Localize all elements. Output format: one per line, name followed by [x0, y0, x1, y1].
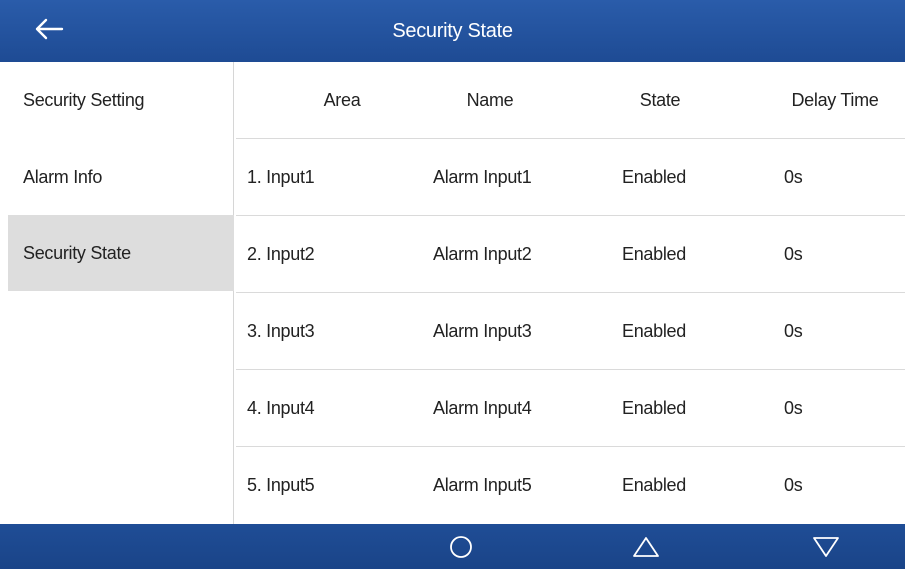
sidebar-item-label: Security Setting	[23, 89, 145, 110]
table-header: Area Name State Delay Time	[236, 62, 905, 139]
title-bar: Security State	[0, 0, 905, 62]
cell-area: 2. Input2	[247, 244, 315, 264]
cell-delay-time: 0s	[784, 398, 803, 418]
column-header-delay-time: Delay Time	[791, 90, 879, 110]
cell-state: Enabled	[622, 244, 686, 264]
cell-state: Enabled	[622, 475, 686, 495]
cell-area: 4. Input4	[247, 398, 315, 418]
sidebar-item-alarm-info[interactable]: Alarm Info	[8, 139, 234, 215]
table-row: 1. Input1 Alarm Input1 Enabled 0s	[236, 139, 905, 216]
cell-area: 1. Input1	[247, 167, 315, 187]
cell-state: Enabled	[622, 398, 686, 418]
column-header-area: Area	[323, 90, 361, 110]
table-row: 5. Input5 Alarm Input5 Enabled 0s	[236, 447, 905, 524]
cell-state: Enabled	[622, 321, 686, 341]
cell-area: 5. Input5	[247, 475, 315, 495]
cell-name: Alarm Input5	[433, 475, 532, 495]
cell-delay-time: 0s	[784, 244, 803, 264]
page-title: Security State	[392, 19, 513, 42]
cell-delay-time: 0s	[784, 321, 803, 341]
table-row: 3. Input3 Alarm Input3 Enabled 0s	[236, 293, 905, 370]
cell-name: Alarm Input4	[433, 398, 532, 418]
cell-area: 3. Input3	[247, 321, 315, 341]
sidebar-item-label: Security State	[23, 242, 131, 263]
cell-name: Alarm Input1	[433, 167, 532, 187]
sidebar-item-label: Alarm Info	[23, 166, 103, 187]
bottom-nav-bar	[0, 524, 905, 569]
sidebar-item-security-setting[interactable]: Security Setting	[8, 62, 234, 138]
home-circle-icon	[450, 536, 472, 558]
sidebar: Security Setting Alarm Info Security Sta…	[0, 62, 234, 524]
scroll-up-button[interactable]	[626, 529, 666, 565]
security-state-table: Area Name State Delay Time 1. Input1 Ala…	[236, 62, 905, 524]
cell-delay-time: 0s	[784, 167, 803, 187]
column-header-name: Name	[466, 90, 514, 110]
cell-delay-time: 0s	[784, 475, 803, 495]
down-triangle-icon	[813, 537, 839, 557]
cell-state: Enabled	[622, 167, 686, 187]
cell-name: Alarm Input2	[433, 244, 532, 264]
column-header-state: State	[639, 90, 681, 110]
home-button[interactable]	[441, 529, 481, 565]
sidebar-item-security-state[interactable]: Security State	[8, 215, 234, 291]
table-row: 2. Input2 Alarm Input2 Enabled 0s	[236, 216, 905, 293]
cell-name: Alarm Input3	[433, 321, 532, 341]
scroll-down-button[interactable]	[806, 529, 846, 565]
up-triangle-icon	[633, 537, 659, 557]
table-row: 4. Input4 Alarm Input4 Enabled 0s	[236, 370, 905, 447]
